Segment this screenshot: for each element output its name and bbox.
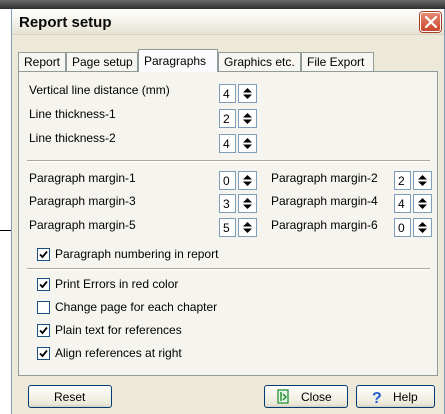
exit-door-icon (277, 389, 289, 404)
spin-arrows[interactable] (413, 218, 432, 237)
plain-text-references-checkbox[interactable] (37, 324, 50, 337)
help-button-label: Help (393, 390, 418, 404)
paragraph-margin-6-label: Paragraph margin-6 (271, 218, 378, 232)
separator (27, 160, 430, 162)
line-thickness-2-input[interactable]: 4 (219, 134, 236, 153)
spin-arrows[interactable] (238, 109, 257, 128)
change-page-chapter-label: Change page for each chapter (55, 300, 218, 314)
line-thickness-1-input[interactable]: 2 (219, 109, 236, 128)
report-setup-dialog: Report setup Report Page setup Paragraph… (11, 9, 445, 414)
spin-arrows[interactable] (238, 194, 257, 213)
spin-arrows-icon (243, 198, 252, 209)
spin-arrows-icon (243, 88, 252, 99)
paragraph-margin-5-spinner[interactable]: 5 (219, 218, 257, 237)
tab-paragraphs[interactable]: Paragraphs (138, 49, 218, 72)
spin-arrows[interactable] (238, 218, 257, 237)
paragraph-margin-2-input[interactable]: 2 (394, 171, 411, 190)
help-button[interactable]: ? Help (356, 385, 435, 408)
tab-page-setup[interactable]: Page setup (66, 52, 138, 71)
paragraph-margin-5-label: Paragraph margin-5 (29, 218, 136, 232)
checkmark-icon (39, 250, 48, 259)
align-references-right-checkbox[interactable] (37, 347, 50, 360)
close-icon (425, 16, 437, 28)
paragraph-margin-2-label: Paragraph margin-2 (271, 171, 378, 185)
spin-arrows-icon (243, 175, 252, 186)
spin-arrows-icon (243, 138, 252, 149)
change-page-chapter-checkbox[interactable] (37, 301, 50, 314)
spin-arrows-icon (418, 198, 427, 209)
help-question-icon: ? (372, 390, 382, 405)
paragraph-margin-3-spinner[interactable]: 3 (219, 194, 257, 213)
paragraph-margin-1-input[interactable]: 0 (219, 171, 236, 190)
spin-arrows[interactable] (238, 171, 257, 190)
paragraph-margin-2-spinner[interactable]: 2 (394, 171, 432, 190)
line-thickness-2-label: Line thickness-2 (29, 131, 116, 145)
print-errors-red-label: Print Errors in red color (55, 277, 179, 291)
paragraph-margin-4-spinner[interactable]: 4 (394, 194, 432, 213)
line-thickness-1-label: Line thickness-1 (29, 107, 116, 121)
checkmark-icon (39, 326, 48, 335)
paragraph-margin-5-input[interactable]: 5 (219, 218, 236, 237)
tab-file-export[interactable]: File Export (301, 52, 374, 71)
plain-text-references-label: Plain text for references (55, 323, 182, 337)
line-thickness-1-spinner[interactable]: 2 (219, 109, 257, 128)
print-errors-red-checkbox[interactable] (37, 278, 50, 291)
paragraphs-panel: Vertical line distance (mm) 4 Line thick… (18, 71, 438, 376)
paragraph-margin-1-label: Paragraph margin-1 (29, 171, 136, 185)
separator (27, 268, 430, 270)
vertical-line-distance-spinner[interactable]: 4 (219, 84, 257, 103)
window-close-button[interactable] (420, 12, 441, 32)
vertical-line-distance-input[interactable]: 4 (219, 84, 236, 103)
reset-button-label: Reset (54, 390, 86, 404)
svg-text:?: ? (372, 390, 382, 405)
checkmark-icon (39, 280, 48, 289)
paragraph-margin-1-spinner[interactable]: 0 (219, 171, 257, 190)
align-references-right-label: Align references at right (55, 346, 182, 360)
reset-button[interactable]: Reset (28, 385, 112, 408)
checkmark-icon (39, 349, 48, 358)
spin-arrows[interactable] (238, 134, 257, 153)
paragraph-margin-6-input[interactable]: 0 (394, 218, 411, 237)
paragraph-margin-3-input[interactable]: 3 (219, 194, 236, 213)
vertical-line-distance-label: Vertical line distance (mm) (29, 83, 170, 97)
close-button-label: Close (301, 390, 332, 404)
close-button[interactable]: Close (264, 385, 348, 408)
title-bar[interactable]: Report setup (12, 9, 444, 35)
tab-graphics[interactable]: Graphics etc. (218, 52, 301, 71)
paragraph-margin-3-label: Paragraph margin-3 (29, 194, 136, 208)
spin-arrows-icon (418, 222, 427, 233)
paragraph-margin-4-input[interactable]: 4 (394, 194, 411, 213)
paragraph-margin-4-label: Paragraph margin-4 (271, 194, 378, 208)
background-line (0, 230, 11, 231)
spin-arrows[interactable] (238, 84, 257, 103)
line-thickness-2-spinner[interactable]: 4 (219, 134, 257, 153)
spin-arrows-icon (243, 222, 252, 233)
paragraph-numbering-checkbox[interactable] (37, 248, 50, 261)
background-window-edge (0, 0, 445, 9)
spin-arrows[interactable] (413, 171, 432, 190)
dialog-title: Report setup (19, 14, 112, 31)
paragraph-margin-6-spinner[interactable]: 0 (394, 218, 432, 237)
tab-report[interactable]: Report (18, 52, 66, 71)
spin-arrows-icon (243, 113, 252, 124)
spin-arrows[interactable] (413, 194, 432, 213)
spin-arrows-icon (418, 175, 427, 186)
paragraph-numbering-label: Paragraph numbering in report (55, 247, 219, 261)
